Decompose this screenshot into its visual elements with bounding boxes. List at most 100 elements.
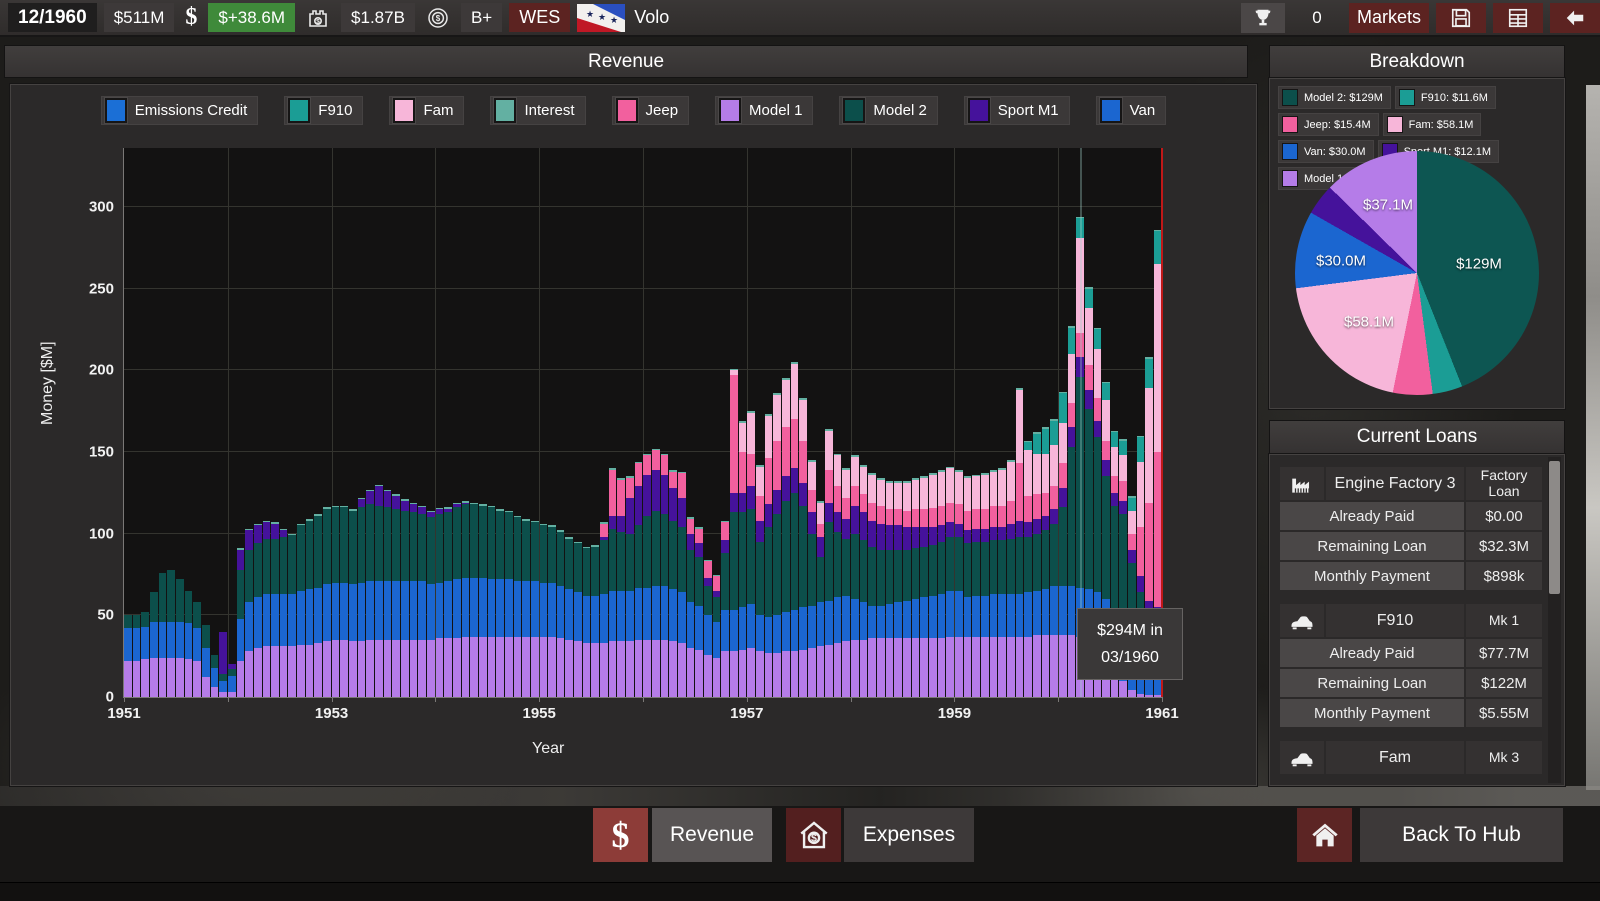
bar-month-21[interactable] [306,148,314,697]
bar-month-24[interactable] [332,148,340,697]
bar-month-34[interactable] [418,148,426,697]
legend-item-jeep[interactable]: Jeep [612,96,690,125]
bar-month-88[interactable] [886,148,894,697]
bar-month-48[interactable] [540,148,548,697]
bar-month-96[interactable] [955,148,963,697]
bar-month-3[interactable] [150,148,158,697]
bar-month-61[interactable] [652,148,660,697]
bar-month-68[interactable] [713,148,721,697]
bar-month-42[interactable] [488,148,496,697]
bar-month-64[interactable] [678,148,686,697]
legend-item-interest[interactable]: Interest [490,96,585,125]
bar-month-2[interactable] [141,148,149,697]
back-arrow-button[interactable] [1550,3,1600,33]
bar-month-45[interactable] [514,148,522,697]
bar-month-80[interactable] [817,148,825,697]
bar-month-85[interactable] [860,148,868,697]
bar-month-95[interactable] [946,148,954,697]
reports-button[interactable] [1493,3,1543,33]
breakdown-legend-item-fam[interactable]: Fam: $58.1M [1383,113,1482,136]
bar-month-94[interactable] [938,148,946,697]
bar-month-0[interactable] [124,148,132,697]
breakdown-legend-item-f910[interactable]: F910: $11.6M [1395,86,1496,109]
bar-month-60[interactable] [643,148,651,697]
bar-month-30[interactable] [384,148,392,697]
bar-month-22[interactable] [314,148,322,697]
bar-month-51[interactable] [565,148,573,697]
bar-month-84[interactable] [851,148,859,697]
bar-month-20[interactable] [297,148,305,697]
bar-month-98[interactable] [972,148,980,697]
bar-month-93[interactable] [929,148,937,697]
bar-month-73[interactable] [756,148,764,697]
bar-month-37[interactable] [444,148,452,697]
breakdown-legend-item-model-2[interactable]: Model 2: $129M [1278,86,1391,109]
bar-month-79[interactable] [808,148,816,697]
bar-month-62[interactable] [661,148,669,697]
bar-month-46[interactable] [522,148,530,697]
breakdown-pie-chart[interactable]: $129M $58.1M $30.0M $37.1M [1295,151,1539,395]
bar-month-71[interactable] [739,148,747,697]
bar-month-55[interactable] [600,148,608,697]
breakdown-legend-item-van[interactable]: Van: $30.0M [1278,140,1374,163]
bar-month-35[interactable] [427,148,435,697]
bar-month-87[interactable] [877,148,885,697]
bar-month-16[interactable] [263,148,271,697]
revenue-plot-area[interactable]: 050100150200250300 195119531955195719591… [123,148,1162,698]
bar-month-9[interactable] [202,148,210,697]
bar-month-50[interactable] [557,148,565,697]
bar-month-63[interactable] [669,148,677,697]
bar-month-6[interactable] [176,148,184,697]
bar-month-17[interactable] [271,148,279,697]
bar-month-107[interactable] [1050,148,1058,697]
trophy-button[interactable] [1241,3,1285,33]
bar-month-104[interactable] [1024,148,1032,697]
bar-month-1[interactable] [133,148,141,697]
legend-item-van[interactable]: Van [1096,96,1167,125]
back-to-hub-button[interactable]: Back To Hub [1360,808,1563,862]
bar-month-11[interactable] [219,148,227,697]
bar-month-47[interactable] [531,148,539,697]
bar-month-103[interactable] [1016,148,1024,697]
legend-item-model-1[interactable]: Model 1 [715,96,813,125]
bar-month-49[interactable] [548,148,556,697]
bar-month-13[interactable] [237,148,245,697]
bar-month-54[interactable] [591,148,599,697]
bar-month-41[interactable] [479,148,487,697]
revenue-tab-button[interactable]: Revenue [652,808,772,862]
legend-item-model-2[interactable]: Model 2 [839,96,937,125]
bar-month-25[interactable] [340,148,348,697]
bar-month-91[interactable] [912,148,920,697]
bar-month-10[interactable] [211,148,219,697]
back-to-hub-icon-button[interactable] [1297,808,1352,862]
loans-scrollbar[interactable] [1548,457,1561,783]
bar-month-100[interactable] [990,148,998,697]
bar-month-90[interactable] [903,148,911,697]
bar-month-29[interactable] [375,148,383,697]
bar-month-33[interactable] [410,148,418,697]
bar-month-66[interactable] [695,148,703,697]
legend-item-emissions-credit[interactable]: Emissions Credit [101,96,259,125]
bar-month-28[interactable] [366,148,374,697]
bar-month-57[interactable] [617,148,625,697]
bar-month-101[interactable] [998,148,1006,697]
bar-month-69[interactable] [721,148,729,697]
expenses-tab-icon-button[interactable]: $ [786,808,841,862]
loans-scrollbar-thumb[interactable] [1549,461,1560,594]
bar-month-58[interactable] [626,148,634,697]
bar-month-44[interactable] [505,148,513,697]
legend-item-f910[interactable]: F910 [284,96,363,125]
bar-month-77[interactable] [791,148,799,697]
bar-month-99[interactable] [981,148,989,697]
bar-month-8[interactable] [193,148,201,697]
bar-month-102[interactable] [1007,148,1015,697]
save-button[interactable] [1436,3,1486,33]
bar-month-39[interactable] [462,148,470,697]
bar-month-18[interactable] [280,148,288,697]
markets-button[interactable]: Markets [1349,3,1429,33]
bar-month-5[interactable] [167,148,175,697]
bar-month-72[interactable] [747,148,755,697]
bar-month-74[interactable] [765,148,773,697]
bar-month-23[interactable] [323,148,331,697]
bar-month-14[interactable] [245,148,253,697]
